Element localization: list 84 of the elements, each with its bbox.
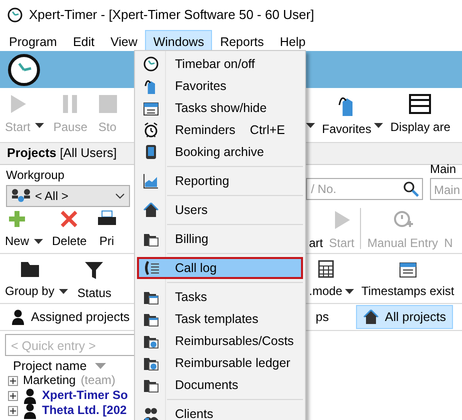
caret-icon — [59, 289, 68, 294]
expand-icon — [8, 390, 18, 400]
menu-item[interactable]: Help — [272, 30, 314, 51]
folder-calendar-icon — [143, 311, 159, 327]
clock-icon — [7, 7, 23, 23]
x-icon — [60, 210, 78, 228]
tablet-icon — [145, 144, 157, 160]
tab[interactable]: ps — [308, 304, 336, 330]
alarm-clock-icon — [143, 122, 159, 138]
person-icon — [23, 388, 37, 404]
folder-coins-icon — [143, 333, 159, 349]
menu-item[interactable]: Booking archive — [137, 141, 303, 163]
menu-item[interactable]: Reports — [212, 30, 272, 51]
person-icon — [11, 309, 25, 325]
stop-icon — [97, 94, 118, 114]
clock-plus-icon — [392, 210, 413, 230]
menu-item[interactable]: Reporting — [137, 170, 303, 192]
users-icon — [11, 188, 31, 204]
folder-icon — [20, 260, 40, 278]
toolbar-button[interactable]: Timestamps exist — [358, 254, 458, 300]
calendar-icon — [398, 260, 417, 278]
search-icon — [403, 181, 419, 197]
project-name[interactable]: Marketing — [23, 374, 76, 387]
project-name[interactable]: Xpert-Timer So — [42, 389, 128, 402]
toolbar-button[interactable]: Status — [72, 254, 116, 302]
column-header[interactable]: Project name — [13, 358, 87, 372]
toolbar-button[interactable]: art — [306, 204, 326, 252]
calendar-icon — [143, 100, 159, 116]
menu-item[interactable]: Billing — [137, 228, 303, 250]
window-icon — [409, 94, 432, 114]
menu-item[interactable]: Tasks — [137, 286, 303, 308]
phone-icon — [142, 260, 160, 276]
menu-item[interactable]: Reminders Ctrl+E — [137, 119, 303, 141]
house-icon — [143, 202, 159, 218]
menu-item[interactable]: Windows — [145, 30, 212, 51]
workgroup-label: Workgroup — [6, 167, 66, 184]
chevron-icon — [115, 193, 125, 199]
calculator-icon — [318, 260, 334, 278]
caret-icon — [306, 123, 315, 128]
plus-icon — [8, 210, 26, 228]
menu-item[interactable]: Clients — [137, 403, 303, 420]
tab[interactable]: Assigned projects — [4, 304, 137, 330]
project-name[interactable]: Theta Ltd. [202 — [42, 404, 127, 417]
person-icon — [23, 402, 37, 418]
chart-icon — [143, 173, 159, 189]
house-icon — [362, 309, 379, 325]
toolbar-button[interactable]: Favorites — [319, 88, 374, 138]
folder-calendar-icon — [143, 289, 159, 305]
menu-item[interactable]: Program — [1, 30, 65, 51]
caret-icon — [35, 123, 44, 128]
toolbar-button[interactable]: Group by — [0, 254, 60, 300]
toolbar-button[interactable]: .mode — [306, 254, 346, 300]
menu-item[interactable]: Tasks show/hide — [137, 97, 303, 119]
folder-coins-icon — [143, 355, 159, 371]
caret-icon — [374, 123, 384, 128]
menu-item[interactable]: Task templates — [137, 308, 303, 330]
toolbar-button[interactable]: Display are — [387, 88, 454, 136]
menu-item[interactable]: Favorites — [137, 75, 303, 97]
toolbar-button[interactable]: Pri — [92, 204, 122, 250]
menu-item[interactable]: Edit — [64, 30, 102, 51]
clock-icon — [8, 54, 40, 86]
clock-icon — [143, 56, 159, 72]
folder-document-icon — [143, 377, 159, 393]
sort-icon — [94, 362, 106, 368]
caret-icon — [34, 239, 44, 244]
people-icon — [142, 406, 160, 420]
menu-item[interactable]: Call log — [137, 257, 303, 279]
caret-icon — [345, 289, 354, 294]
expand-icon — [8, 376, 18, 386]
project-note: (team) — [80, 374, 116, 387]
tab[interactable]: All projects — [356, 304, 454, 330]
window-title: Xpert-Timer - [Xpert-Timer Software 50 - 60 User] — [29, 6, 314, 24]
filter-icon — [84, 260, 104, 280]
menu-item[interactable]: Documents — [137, 374, 303, 396]
field-label: Main — [430, 161, 458, 178]
menu-item[interactable]: View — [102, 30, 146, 51]
panel-title: Projects [All Users] — [7, 145, 117, 162]
toolbar-button[interactable]: Delete — [47, 204, 92, 250]
menu-item[interactable]: Users — [137, 199, 303, 221]
printer-icon — [96, 210, 117, 228]
workgroup-dropdown[interactable]: < All > — [6, 185, 130, 207]
folder-icon — [143, 231, 159, 247]
toolbar-button[interactable]: New — [0, 204, 34, 250]
expand-icon — [8, 406, 18, 416]
